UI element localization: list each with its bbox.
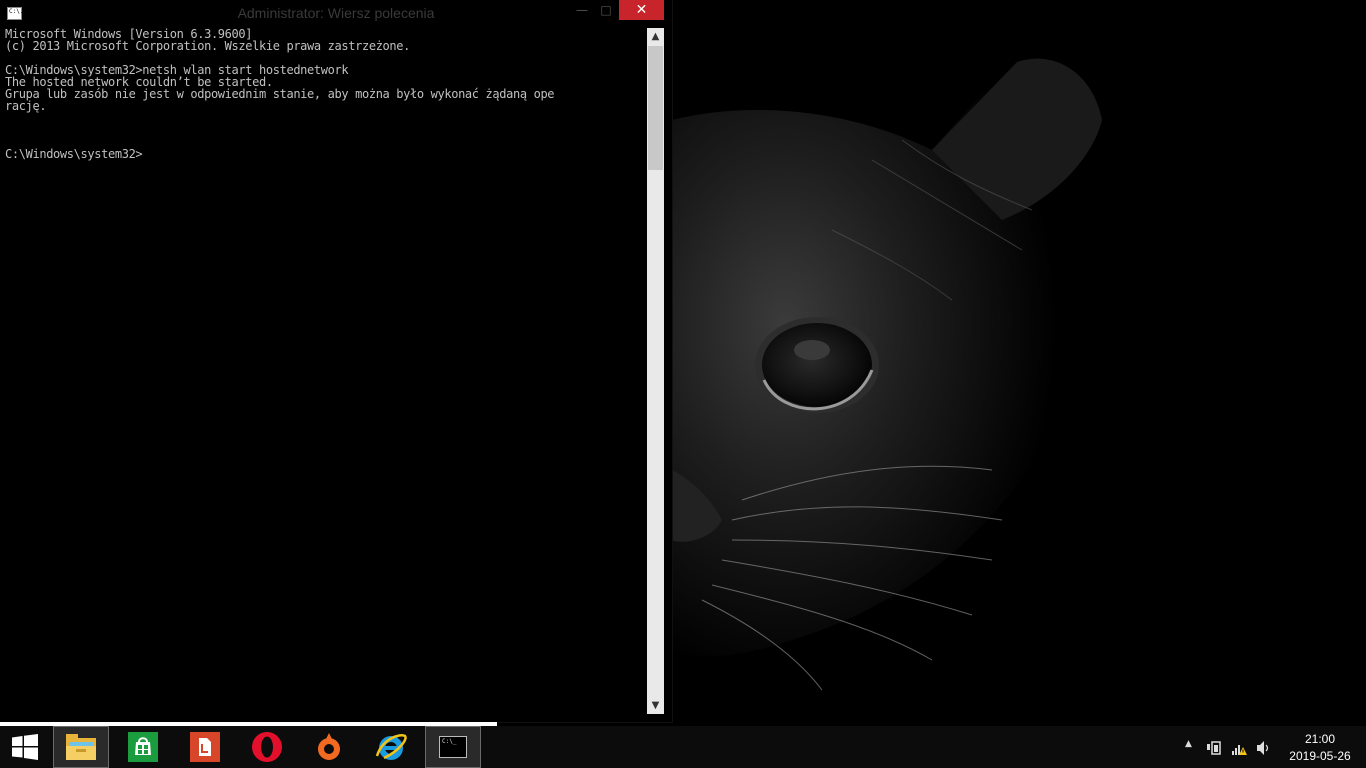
clock-date[interactable]: 2019-05-26 — [1280, 749, 1360, 763]
taskbar-acrobat[interactable] — [177, 726, 233, 768]
acrobat-icon — [190, 732, 220, 762]
console-prompt[interactable]: C:\Windows\system32> — [5, 148, 645, 160]
windows-logo-icon — [12, 734, 38, 760]
taskbar-opera[interactable] — [239, 726, 295, 768]
command-prompt-window[interactable]: C:\. Administrator: Wiersz polecenia — □… — [0, 0, 672, 722]
vertical-scrollbar[interactable]: ▲ ▼ — [647, 28, 664, 714]
cat-wallpaper — [672, 0, 1366, 726]
taskbar-command-prompt[interactable]: C:\_ — [425, 726, 481, 768]
opera-icon — [252, 732, 282, 762]
scrollbar-thumb[interactable] — [648, 46, 663, 170]
volume-speaker-icon[interactable] — [1256, 740, 1272, 756]
scroll-down-arrow-icon[interactable]: ▼ — [647, 697, 664, 714]
battery-plug-icon[interactable] — [1206, 740, 1222, 756]
scroll-up-arrow-icon[interactable]: ▲ — [647, 28, 664, 45]
wifi-warning-icon[interactable] — [1231, 740, 1247, 756]
minimize-button[interactable]: — — [570, 0, 594, 20]
taskbar-origin[interactable] — [301, 726, 357, 768]
close-button[interactable]: ✕ — [619, 0, 664, 20]
console-line: (c) 2013 Microsoft Corporation. Wszelkie… — [5, 39, 411, 53]
internet-explorer-icon — [375, 734, 407, 760]
file-explorer-icon — [66, 734, 96, 760]
console-output[interactable]: Microsoft Windows [Version 6.3.9600] (c)… — [5, 28, 645, 714]
window-titlebar[interactable]: C:\. Administrator: Wiersz polecenia — □… — [0, 0, 672, 28]
command-prompt-icon: C:\_ — [439, 736, 467, 758]
console-line: rację. — [5, 99, 47, 113]
store-icon — [128, 732, 158, 762]
start-button[interactable] — [0, 726, 50, 768]
command-prompt-icon-label: C:\_ — [442, 738, 457, 745]
taskbar: C:\_ ▲ 21:00 2019-05-26 — [0, 726, 1366, 768]
taskbar-internet-explorer[interactable] — [363, 726, 419, 768]
taskbar-store[interactable] — [115, 726, 171, 768]
console-line: Grupa lub zasób nie jest w odpowiednim s… — [5, 87, 555, 101]
tray-overflow-chevron-icon[interactable]: ▲ — [1185, 739, 1192, 749]
taskbar-file-explorer[interactable] — [53, 726, 109, 768]
maximize-button[interactable]: □ — [594, 0, 618, 20]
clock-time[interactable]: 21:00 — [1280, 732, 1360, 746]
origin-icon — [318, 733, 340, 760]
